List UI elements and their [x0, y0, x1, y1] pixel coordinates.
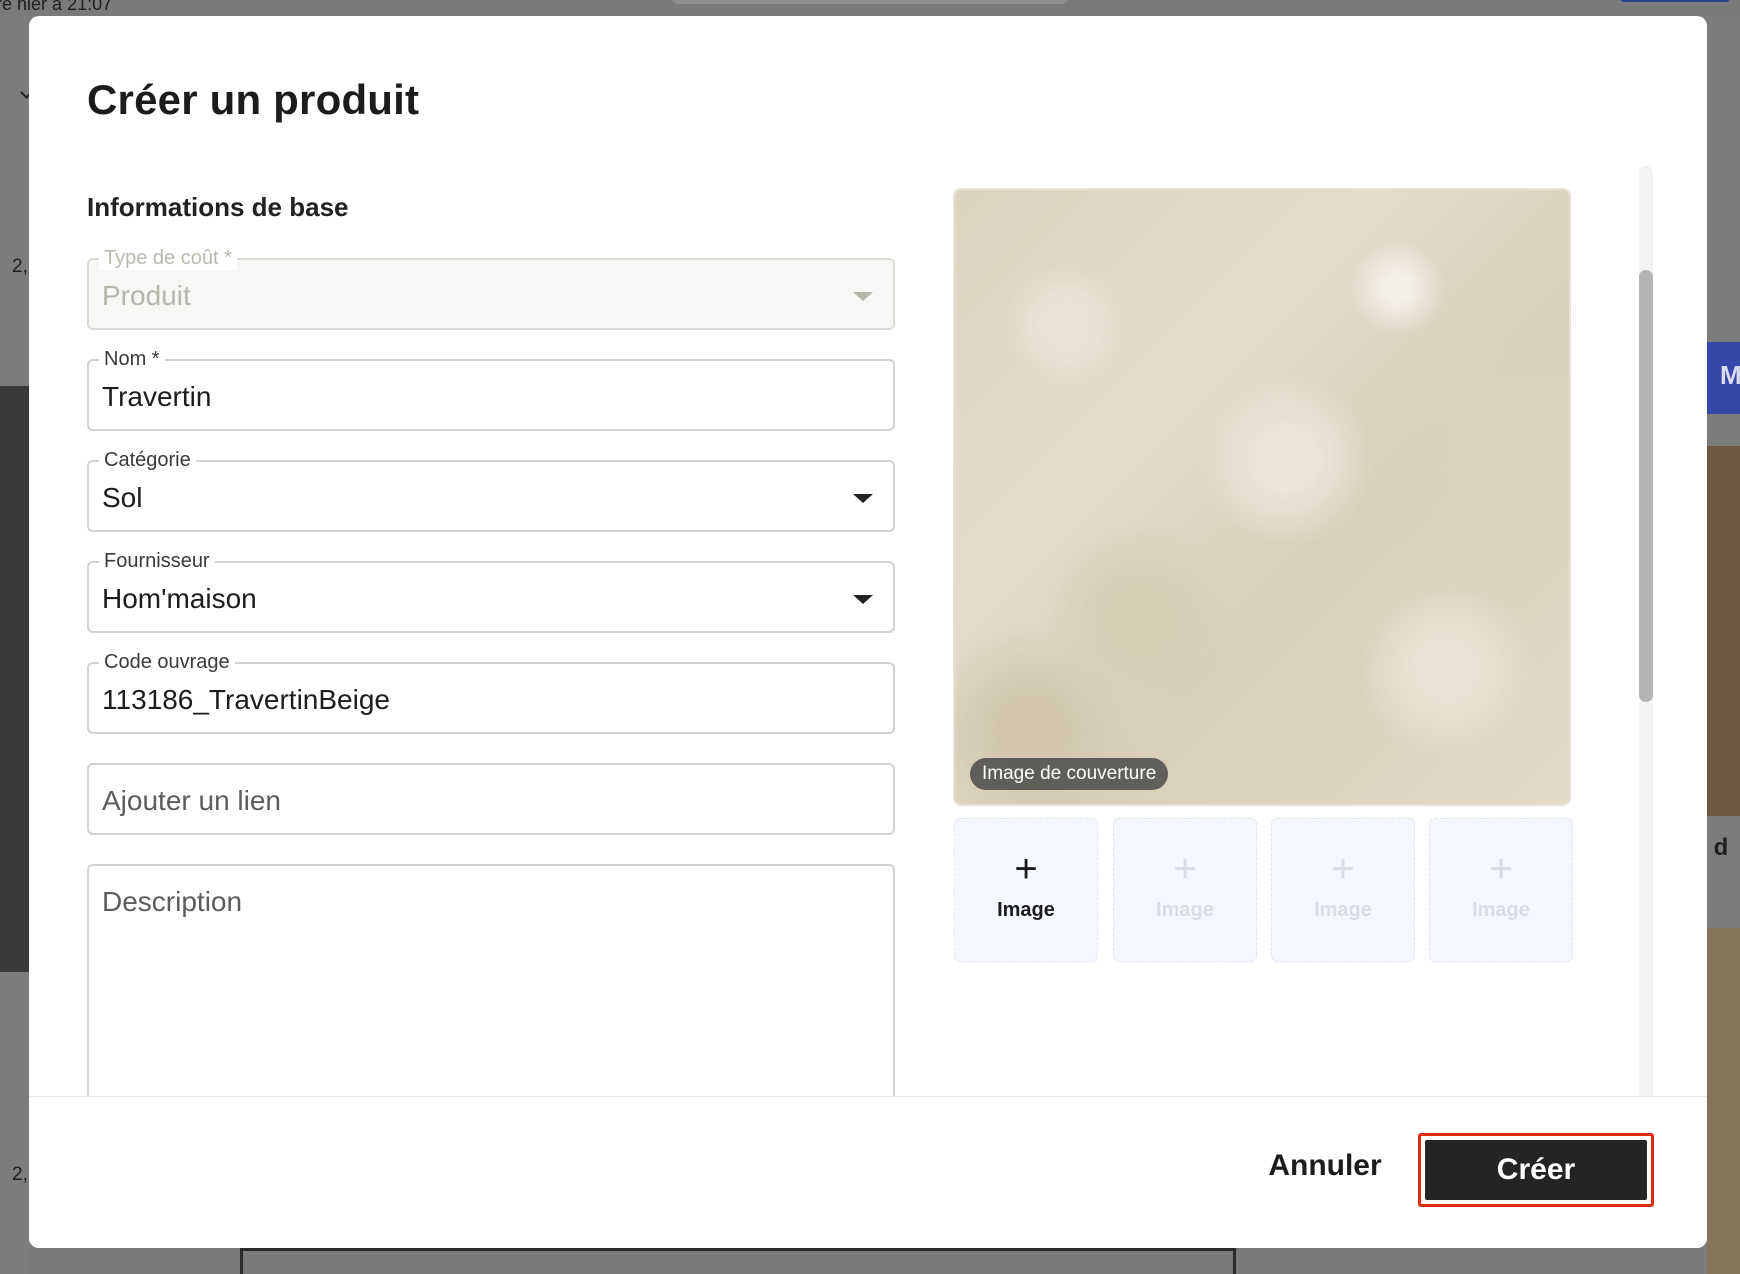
- add-image-button[interactable]: + Image: [954, 818, 1098, 962]
- plus-icon: +: [1331, 847, 1355, 891]
- plus-icon: +: [1489, 847, 1513, 891]
- dialog-title: Créer un produit: [87, 76, 420, 123]
- create-product-dialog: Créer un produit Informations de base Ty…: [29, 16, 1707, 1248]
- image-slot-label: Image: [1156, 899, 1214, 921]
- cover-image-tag: Image de couverture: [970, 758, 1169, 790]
- background-number: 2,: [12, 1164, 28, 1185]
- cancel-button[interactable]: Annuler: [1245, 1134, 1405, 1198]
- image-slot: + Image: [1271, 818, 1415, 962]
- background-top-button: [1620, 0, 1730, 2]
- create-button[interactable]: Créer: [1425, 1140, 1647, 1200]
- background-product-image: [1707, 446, 1740, 816]
- category-select[interactable]: Catégorie Sol: [87, 448, 895, 532]
- last-saved-text: Enregistré hier à 21:07: [0, 0, 113, 14]
- background-bottom-panel: [240, 1248, 1236, 1274]
- category-label: Catégorie: [99, 448, 196, 472]
- background-button-label: M: [1720, 360, 1740, 390]
- name-field[interactable]: Nom * Travertin: [87, 347, 895, 431]
- cost-type-select: Type de coût * Produit: [87, 246, 895, 330]
- dropdown-caret-icon[interactable]: [853, 494, 873, 503]
- create-button-highlight: Créer: [1418, 1133, 1654, 1207]
- scrollbar-thumb[interactable]: [1639, 270, 1653, 702]
- image-slot: + Image: [1429, 818, 1573, 962]
- name-value[interactable]: Travertin: [102, 381, 833, 413]
- background-image: [0, 386, 29, 972]
- background-topbar: Enregistré hier à 21:07: [0, 0, 1740, 16]
- supplier-label: Fournisseur: [99, 549, 215, 573]
- cost-type-label: Type de coût *: [99, 246, 237, 270]
- plus-icon: +: [1173, 847, 1197, 891]
- supplier-value: Hom'maison: [102, 583, 257, 614]
- dropdown-caret-icon[interactable]: [853, 595, 873, 604]
- dropdown-caret-icon: [853, 292, 873, 301]
- cost-type-value: Produit: [102, 280, 191, 311]
- image-slot-label: Image: [1314, 899, 1372, 921]
- link-field[interactable]: Ajouter un lien: [87, 763, 895, 835]
- description-field[interactable]: Description: [87, 864, 895, 1104]
- cover-image[interactable]: Image de couverture: [953, 188, 1571, 806]
- link-placeholder: Ajouter un lien: [102, 785, 282, 816]
- work-code-label: Code ouvrage: [99, 650, 235, 674]
- work-code-field[interactable]: Code ouvrage 113186_TravertinBeige: [87, 650, 895, 734]
- image-slot: + Image: [1113, 818, 1257, 962]
- background-product-title: t d: [1707, 834, 1729, 861]
- background-product-image: [1707, 928, 1740, 1274]
- work-code-value[interactable]: 113186_TravertinBeige: [102, 684, 833, 716]
- image-slot-label: Image: [1472, 899, 1530, 921]
- section-title: Informations de base: [87, 192, 349, 222]
- plus-icon: +: [1014, 847, 1038, 891]
- description-placeholder: Description: [102, 886, 243, 917]
- category-value: Sol: [102, 482, 143, 513]
- name-label: Nom *: [99, 347, 165, 371]
- background-number: 2,: [12, 256, 28, 277]
- supplier-select[interactable]: Fournisseur Hom'maison: [87, 549, 895, 633]
- dialog-footer: Annuler Créer: [29, 1096, 1707, 1248]
- background-button: M: [1707, 342, 1740, 414]
- background-search-bar: [670, 0, 1070, 4]
- add-image-label: Image: [997, 899, 1055, 921]
